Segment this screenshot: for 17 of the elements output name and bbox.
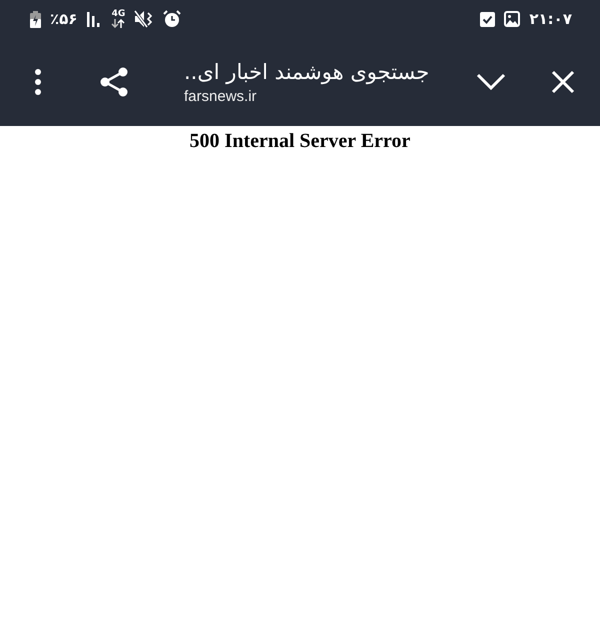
chevron-down-icon — [476, 73, 506, 91]
battery-percentage: ٪۵۶ — [50, 10, 78, 28]
network-type: 4G — [112, 10, 126, 19]
close-icon — [551, 70, 575, 94]
mute-icon — [134, 10, 154, 28]
more-options-icon — [34, 68, 42, 96]
page-url: farsnews.ir — [184, 88, 257, 104]
data-arrows-icon — [111, 19, 126, 28]
alarm-icon — [163, 10, 182, 28]
battery-icon — [30, 10, 41, 28]
signal-icon — [86, 11, 102, 27]
checkbox-notification-icon — [480, 12, 496, 26]
error-heading: 500 Internal Server Error — [190, 130, 410, 153]
clock-time: ۲۱:۰۷ — [529, 10, 572, 28]
page-title: جستجوی هوشمند اخبار ای.. — [184, 60, 430, 84]
share-icon — [99, 66, 129, 98]
image-notification-icon — [504, 11, 520, 27]
